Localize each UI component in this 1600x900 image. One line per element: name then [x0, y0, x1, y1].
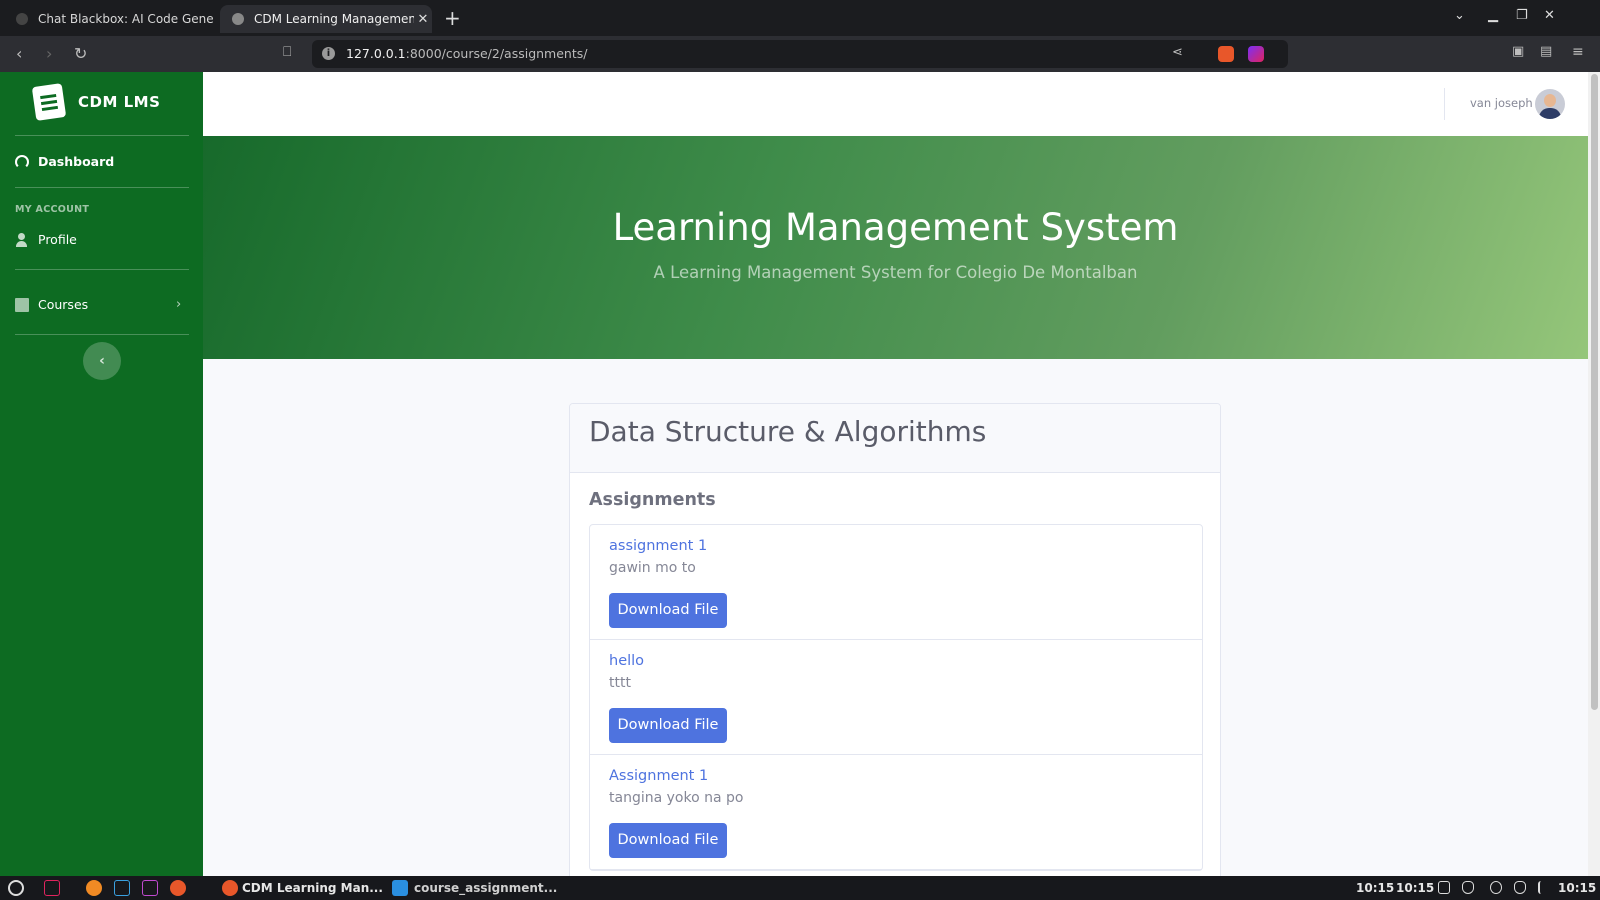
browser-tab-blackbox[interactable]: Chat Blackbox: AI Code Generatio: [4, 5, 214, 33]
vscode-icon[interactable]: [392, 880, 408, 896]
menu-icon[interactable]: ≡: [1572, 44, 1584, 60]
user-name[interactable]: van joseph: [1470, 96, 1533, 110]
chevron-right-icon: ›: [176, 297, 182, 312]
sidebar-heading-account: MY ACCOUNT: [15, 204, 90, 215]
hero-subtitle: A Learning Management System for Colegio…: [653, 263, 1138, 282]
topbar-divider: [1444, 88, 1445, 120]
assignment-title-link[interactable]: Assignment 1: [609, 768, 708, 784]
assignment-title-link[interactable]: hello: [609, 653, 644, 669]
assignment-title-link[interactable]: assignment 1: [609, 538, 707, 554]
course-title: Data Structure & Algorithms: [589, 415, 987, 448]
sidebar-item-courses[interactable]: Courses: [15, 297, 88, 312]
browser-tab-cdm-lms[interactable]: CDM Learning Management S ✕: [220, 5, 432, 33]
brave-window-icon[interactable]: [222, 880, 238, 896]
os-taskbar: CDM Learning Man... course_assignment...…: [0, 876, 1600, 900]
avatar[interactable]: [1535, 89, 1565, 119]
address-bar[interactable]: i 127.0.0.1:8000/course/2/assignments/ ⋖: [312, 40, 1288, 68]
download-file-button[interactable]: Download File: [609, 593, 727, 628]
wallet-icon[interactable]: ▤: [1540, 44, 1552, 59]
assignment-description: tangina yoko na po: [609, 790, 744, 806]
tachometer-icon: [15, 154, 29, 169]
site-info-icon[interactable]: i: [322, 47, 335, 60]
brand-name: CDM LMS: [78, 93, 161, 111]
book-logo-icon: [31, 83, 67, 121]
taskbar-app-browser[interactable]: CDM Learning Man...: [242, 881, 383, 895]
show-desktop-icon[interactable]: [44, 880, 60, 896]
browser-nav-bar: ‹ › ↻ ⎕ i 127.0.0.1:8000/course/2/assign…: [0, 36, 1600, 72]
list-item: assignment 1 gawin mo to Download File: [590, 525, 1202, 640]
shield-icon[interactable]: [1462, 881, 1474, 894]
share-icon[interactable]: ⋖: [1172, 45, 1183, 60]
brand-link[interactable]: CDM LMS: [31, 83, 161, 121]
sidebar-divider: [15, 334, 189, 335]
close-window-icon[interactable]: ✕: [1544, 8, 1555, 23]
start-menu-icon[interactable]: [8, 880, 24, 896]
brave-rewards-icon[interactable]: [1248, 46, 1264, 62]
tab-title: Chat Blackbox: AI Code Generatio: [38, 12, 214, 26]
brave-shields-icon[interactable]: [1218, 46, 1234, 62]
sidebar-item-dashboard[interactable]: Dashboard: [15, 154, 114, 169]
taskbar-app-vscode[interactable]: course_assignment...: [414, 881, 557, 895]
download-file-button[interactable]: Download File: [609, 823, 727, 858]
file-manager-icon[interactable]: [142, 880, 158, 896]
taskbar-clock: 10:15: [1558, 881, 1597, 895]
new-tab-icon[interactable]: +: [444, 6, 461, 30]
hero-banner: Learning Management System A Learning Ma…: [203, 136, 1588, 359]
card-header: Data Structure & Algorithms: [570, 404, 1220, 473]
user-icon: [15, 232, 29, 247]
sidebar-item-profile[interactable]: Profile: [15, 232, 77, 247]
folder-icon: [15, 297, 29, 312]
sidebar-divider: [15, 135, 189, 136]
clipboard-icon[interactable]: [1438, 881, 1450, 894]
download-file-button[interactable]: Download File: [609, 708, 727, 743]
topbar: van joseph: [203, 72, 1588, 136]
sidebar: CDM LMS Dashboard MY ACCOUNT Profile Cou…: [0, 72, 203, 876]
brave-icon[interactable]: [170, 880, 186, 896]
page-scrollbar-thumb[interactable]: [1591, 74, 1598, 710]
hero-title: Learning Management System: [612, 206, 1179, 249]
tab-title: CDM Learning Management S: [254, 12, 414, 26]
assignment-list: assignment 1 gawin mo to Download File h…: [589, 524, 1203, 871]
tab-list-chevron-icon[interactable]: ⌄: [1454, 8, 1465, 23]
section-title: Assignments: [589, 490, 716, 510]
blackbox-favicon-icon: [16, 13, 28, 25]
user-tray-icon[interactable]: [1490, 881, 1502, 894]
list-item: Assignment 1 tangina yoko na po Download…: [590, 755, 1202, 870]
forward-icon[interactable]: ›: [46, 44, 52, 63]
vpn-icon[interactable]: [1514, 881, 1526, 894]
minimize-icon[interactable]: ▁: [1488, 8, 1498, 23]
sidebar-item-label: Courses: [38, 297, 89, 312]
sidebar-divider: [15, 269, 189, 270]
reload-icon[interactable]: ↻: [74, 44, 87, 63]
sidebar-divider: [15, 187, 189, 188]
assignment-description: tttt: [609, 675, 631, 691]
maximize-icon[interactable]: ❐: [1516, 8, 1528, 23]
globe-icon: [232, 13, 244, 25]
taskbar-clock: 10:15: [1356, 881, 1395, 895]
course-card: Data Structure & Algorithms Assignments …: [569, 403, 1221, 883]
sidebar-toggle-button[interactable]: ‹: [83, 342, 121, 380]
sidebar-item-label: Dashboard: [38, 154, 115, 169]
volume-icon[interactable]: [1538, 881, 1550, 894]
assignment-description: gawin mo to: [609, 560, 696, 576]
terminal-icon[interactable]: [114, 880, 130, 896]
bookmark-icon[interactable]: ⎕: [283, 44, 291, 60]
sidebar-toggle-icon[interactable]: ▣: [1512, 44, 1524, 59]
firefox-icon[interactable]: [86, 880, 102, 896]
close-tab-icon[interactable]: ✕: [414, 12, 432, 27]
list-item: hello tttt Download File: [590, 640, 1202, 755]
url-text: 127.0.0.1:8000/course/2/assignments/: [346, 46, 588, 61]
taskbar-clock: 10:15: [1396, 881, 1435, 895]
browser-tab-bar: Chat Blackbox: AI Code Generatio CDM Lea…: [0, 0, 1600, 36]
sidebar-item-label: Profile: [38, 232, 77, 247]
back-icon[interactable]: ‹: [16, 44, 22, 63]
